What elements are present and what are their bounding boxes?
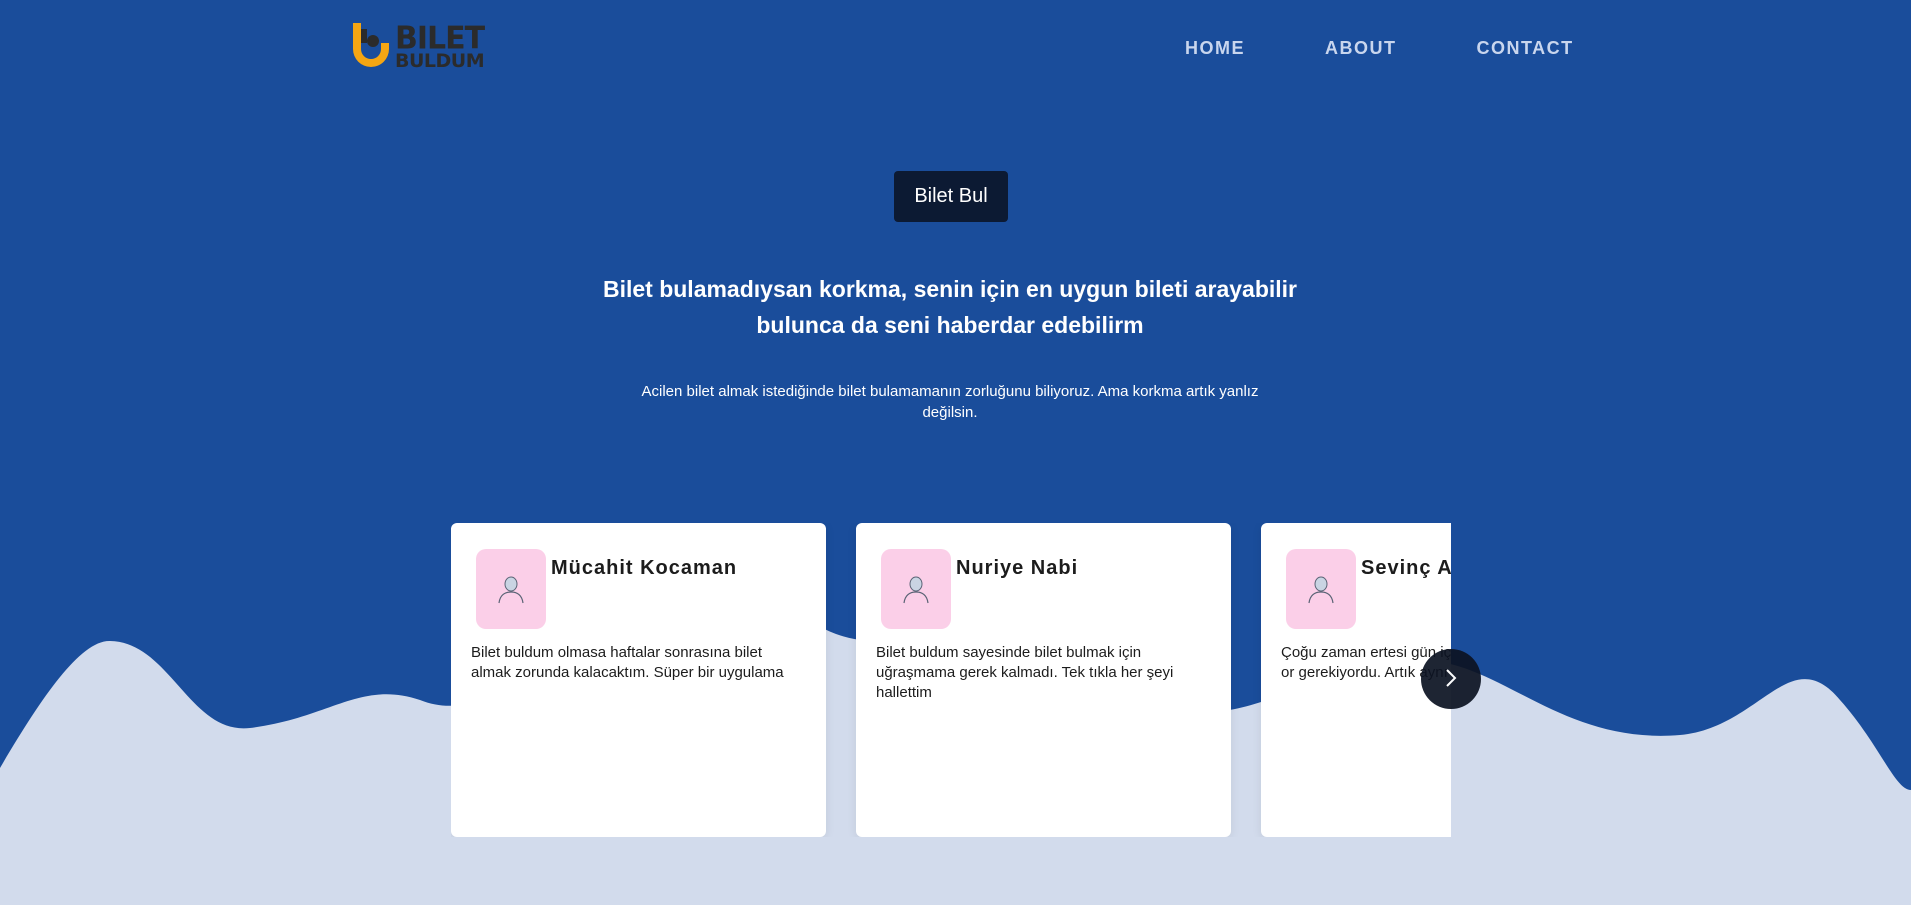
user-icon [1286, 549, 1356, 629]
hero-headline: Bilet bulamadıysan korkma, senin için en… [602, 276, 1298, 338]
carousel-next-button[interactable] [1421, 649, 1481, 709]
testimonial-name: Sevinç A [1361, 557, 1451, 579]
chevron-right-icon [1440, 667, 1462, 692]
user-icon [476, 549, 546, 629]
nav-contact-link[interactable]: CONTACT [1477, 38, 1574, 59]
find-ticket-button[interactable]: Bilet Bul [894, 171, 1008, 222]
nav-home-link[interactable]: HOME [1185, 38, 1245, 59]
logo-text-line1: BILET [395, 19, 485, 57]
user-icon [881, 549, 951, 629]
testimonial-card: Nuriye Nabi Bilet buldum sayesinde bilet… [856, 523, 1231, 837]
testimonial-card: Mücahit Kocaman Bilet buldum olmasa haft… [451, 523, 826, 837]
hero-subtext: Acilen bilet almak istediğinde bilet bul… [641, 383, 1259, 421]
testimonial-name: Mücahit Kocaman [551, 557, 738, 579]
logo-mark-icon [349, 21, 393, 73]
testimonial-carousel: Mücahit Kocaman Bilet buldum olmasa haft… [451, 523, 1451, 837]
site-header: BILET BULDUM HOME ABOUT CONTACT [0, 0, 1911, 100]
testimonial-quote: Bilet buldum sayesinde bilet bulmak için… [876, 644, 1174, 701]
logo[interactable]: BILET BULDUM [349, 19, 485, 74]
testimonial-name: Nuriye Nabi [956, 557, 1079, 579]
testimonial-track: Mücahit Kocaman Bilet buldum olmasa haft… [451, 523, 1451, 837]
testimonial-quote: Bilet buldum olmasa haftalar sonrasına b… [471, 644, 784, 681]
nav-about-link[interactable]: ABOUT [1325, 38, 1397, 59]
main-nav: HOME ABOUT CONTACT [1185, 38, 1574, 59]
